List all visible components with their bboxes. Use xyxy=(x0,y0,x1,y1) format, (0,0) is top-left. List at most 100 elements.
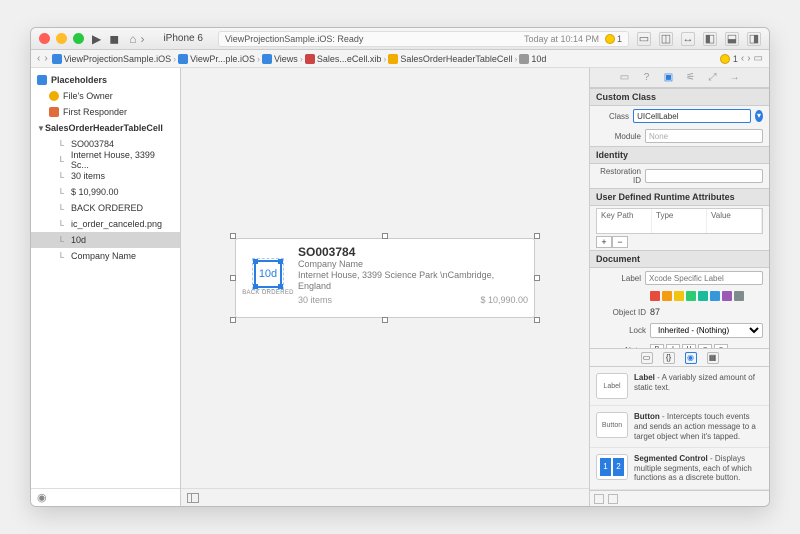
outline-item[interactable]: LCompany Name xyxy=(31,248,180,264)
jumpbar-related-icon[interactable]: ▭ xyxy=(754,53,763,64)
color-swatch[interactable] xyxy=(674,291,684,301)
titlebar: ▶ ◼ ⌂› iPhone 6 ViewProjectionSample.iOS… xyxy=(31,28,769,50)
color-swatch[interactable] xyxy=(698,291,708,301)
breadcrumb-cell[interactable]: SalesOrderHeaderTableCell xyxy=(388,54,512,64)
order-title-label[interactable]: SO003784 xyxy=(298,245,528,259)
items-count-label[interactable]: 30 items xyxy=(298,295,332,305)
outline-filter-icon[interactable]: ◉ xyxy=(37,491,47,504)
company-name-label[interactable]: Company Name xyxy=(298,259,528,270)
price-label[interactable]: $ 10,990.00 xyxy=(480,295,528,305)
outline-item[interactable]: Lic_order_canceled.png xyxy=(31,216,180,232)
file-inspector-tab[interactable]: ▭ xyxy=(618,71,632,85)
first-responder-icon xyxy=(49,107,59,117)
restoration-id-input[interactable] xyxy=(645,169,763,183)
object-id-value: 87 xyxy=(650,307,660,317)
runtime-attributes-table[interactable]: Key Path Type Value xyxy=(596,208,763,234)
jumpbar-back-icon[interactable]: ‹ xyxy=(37,53,40,64)
breadcrumb-xib[interactable]: Sales...eCell.xib xyxy=(305,54,382,64)
breadcrumb-views[interactable]: Views xyxy=(262,54,298,64)
device-selector[interactable]: iPhone 6 xyxy=(156,30,209,47)
minimize-button[interactable] xyxy=(56,33,67,44)
scheme-selector[interactable]: ⌂› xyxy=(129,32,144,46)
jumpbar-forward-icon[interactable]: › xyxy=(44,53,47,64)
document-header: Document xyxy=(590,250,769,268)
standard-editor-icon[interactable]: ▭ xyxy=(637,32,651,46)
version-editor-icon[interactable]: ↔ xyxy=(681,32,695,46)
color-swatch[interactable] xyxy=(686,291,696,301)
table-cell-preview[interactable]: 10d BACK ORDERED SO003784 Company Name I… xyxy=(235,238,535,318)
color-swatch[interactable] xyxy=(710,291,720,301)
document-outline: Placeholders File's Owner First Responde… xyxy=(31,68,181,506)
add-attribute-button[interactable]: + xyxy=(596,236,612,248)
color-swatch[interactable] xyxy=(722,291,732,301)
rt-type-col: Type xyxy=(652,209,707,233)
jumpbar: ‹ › ViewProjectionSample.iOS › ViewPr...… xyxy=(31,50,769,68)
stop-button[interactable]: ◼ xyxy=(109,32,119,46)
status-bar: ViewProjectionSample.iOS: Ready Today at… xyxy=(218,31,629,47)
media-library-tab[interactable]: ▦ xyxy=(707,352,719,364)
files-owner-item[interactable]: File's Owner xyxy=(31,88,180,104)
assistant-editor-icon[interactable]: ◫ xyxy=(659,32,673,46)
outline-item[interactable]: LBACK ORDERED xyxy=(31,200,180,216)
file-template-tab[interactable]: ▭ xyxy=(641,352,653,364)
jumpbar-warning-icon[interactable] xyxy=(720,54,730,64)
object-library-tab[interactable]: ◉ xyxy=(685,352,697,364)
code-snippet-tab[interactable]: {} xyxy=(663,352,675,364)
toggle-debug-icon[interactable]: ⬓ xyxy=(725,32,739,46)
placeholders-header[interactable]: Placeholders xyxy=(31,72,180,88)
status-text: ViewProjectionSample.iOS: Ready xyxy=(225,34,363,44)
module-input[interactable] xyxy=(645,129,763,143)
quick-help-tab[interactable]: ? xyxy=(640,71,654,85)
identity-header: Identity xyxy=(590,146,769,164)
days-badge-label[interactable]: 10d xyxy=(254,260,282,288)
color-swatch[interactable] xyxy=(650,291,660,301)
disclosure-icon[interactable]: ▼ xyxy=(37,124,45,133)
library-item[interactable]: ButtonButton - Intercepts touch events a… xyxy=(590,406,769,448)
toggle-utilities-icon[interactable]: ◨ xyxy=(747,32,761,46)
color-swatch[interactable] xyxy=(662,291,672,301)
doc-label-label: Label xyxy=(596,274,641,283)
warning-badge[interactable] xyxy=(605,34,615,44)
connections-inspector-tab[interactable]: → xyxy=(728,71,742,85)
outline-item[interactable]: L$ 10,990.00 xyxy=(31,184,180,200)
class-dropdown-icon[interactable]: ▾ xyxy=(755,110,763,122)
root-view-item[interactable]: ▼SalesOrderHeaderTableCell xyxy=(31,120,180,136)
jumpbar-prev-icon[interactable]: ‹ xyxy=(741,53,744,64)
custom-class-header: Custom Class xyxy=(590,88,769,106)
label-icon: L xyxy=(57,171,67,181)
main-area: Placeholders File's Owner First Responde… xyxy=(31,68,769,506)
ib-canvas[interactable]: 10d BACK ORDERED SO003784 Company Name I… xyxy=(181,68,589,506)
library-list-icon[interactable] xyxy=(608,494,618,504)
doc-label-input[interactable] xyxy=(645,271,763,285)
toggle-navigator-icon[interactable]: ◧ xyxy=(703,32,717,46)
restoration-id-label: Restoration ID xyxy=(596,167,641,185)
run-button[interactable]: ▶ xyxy=(92,32,101,46)
outline-item[interactable]: L10d xyxy=(31,232,180,248)
zoom-button[interactable] xyxy=(73,33,84,44)
breadcrumb-project[interactable]: ViewProjectionSample.iOS xyxy=(52,54,171,64)
class-input[interactable] xyxy=(633,109,751,123)
lock-select[interactable]: Inherited - (Nothing) xyxy=(650,323,763,338)
editor-mode-group: ▭ ◫ ↔ xyxy=(637,32,695,46)
files-owner-icon xyxy=(49,91,59,101)
doc-outline-toggle-icon[interactable] xyxy=(187,493,199,503)
library-item[interactable]: LabelLabel - A variably sized amount of … xyxy=(590,367,769,406)
outline-item[interactable]: L30 items xyxy=(31,168,180,184)
color-swatch[interactable] xyxy=(734,291,744,301)
jumpbar-next-icon[interactable]: › xyxy=(747,53,750,64)
remove-attribute-button[interactable]: − xyxy=(612,236,628,248)
address-label[interactable]: Internet House, 3399 Science Park \nCamb… xyxy=(298,270,528,292)
breadcrumb-label[interactable]: 10d xyxy=(519,54,546,64)
size-inspector-tab[interactable]: ⤢ xyxy=(706,71,720,85)
breadcrumb-folder[interactable]: ViewPr...ple.iOS xyxy=(178,54,255,64)
library-grid-icon[interactable] xyxy=(594,494,604,504)
close-button[interactable] xyxy=(39,33,50,44)
back-ordered-label[interactable]: BACK ORDERED xyxy=(242,290,294,296)
rt-keypath-col: Key Path xyxy=(597,209,652,233)
library-item[interactable]: 12Segmented Control - Displays multiple … xyxy=(590,448,769,490)
module-label: Module xyxy=(596,132,641,141)
attributes-inspector-tab[interactable]: ⚟ xyxy=(684,71,698,85)
first-responder-item[interactable]: First Responder xyxy=(31,104,180,120)
identity-inspector-tab[interactable]: ▣ xyxy=(662,71,676,85)
outline-item[interactable]: LInternet House, 3399 Sc... xyxy=(31,152,180,168)
